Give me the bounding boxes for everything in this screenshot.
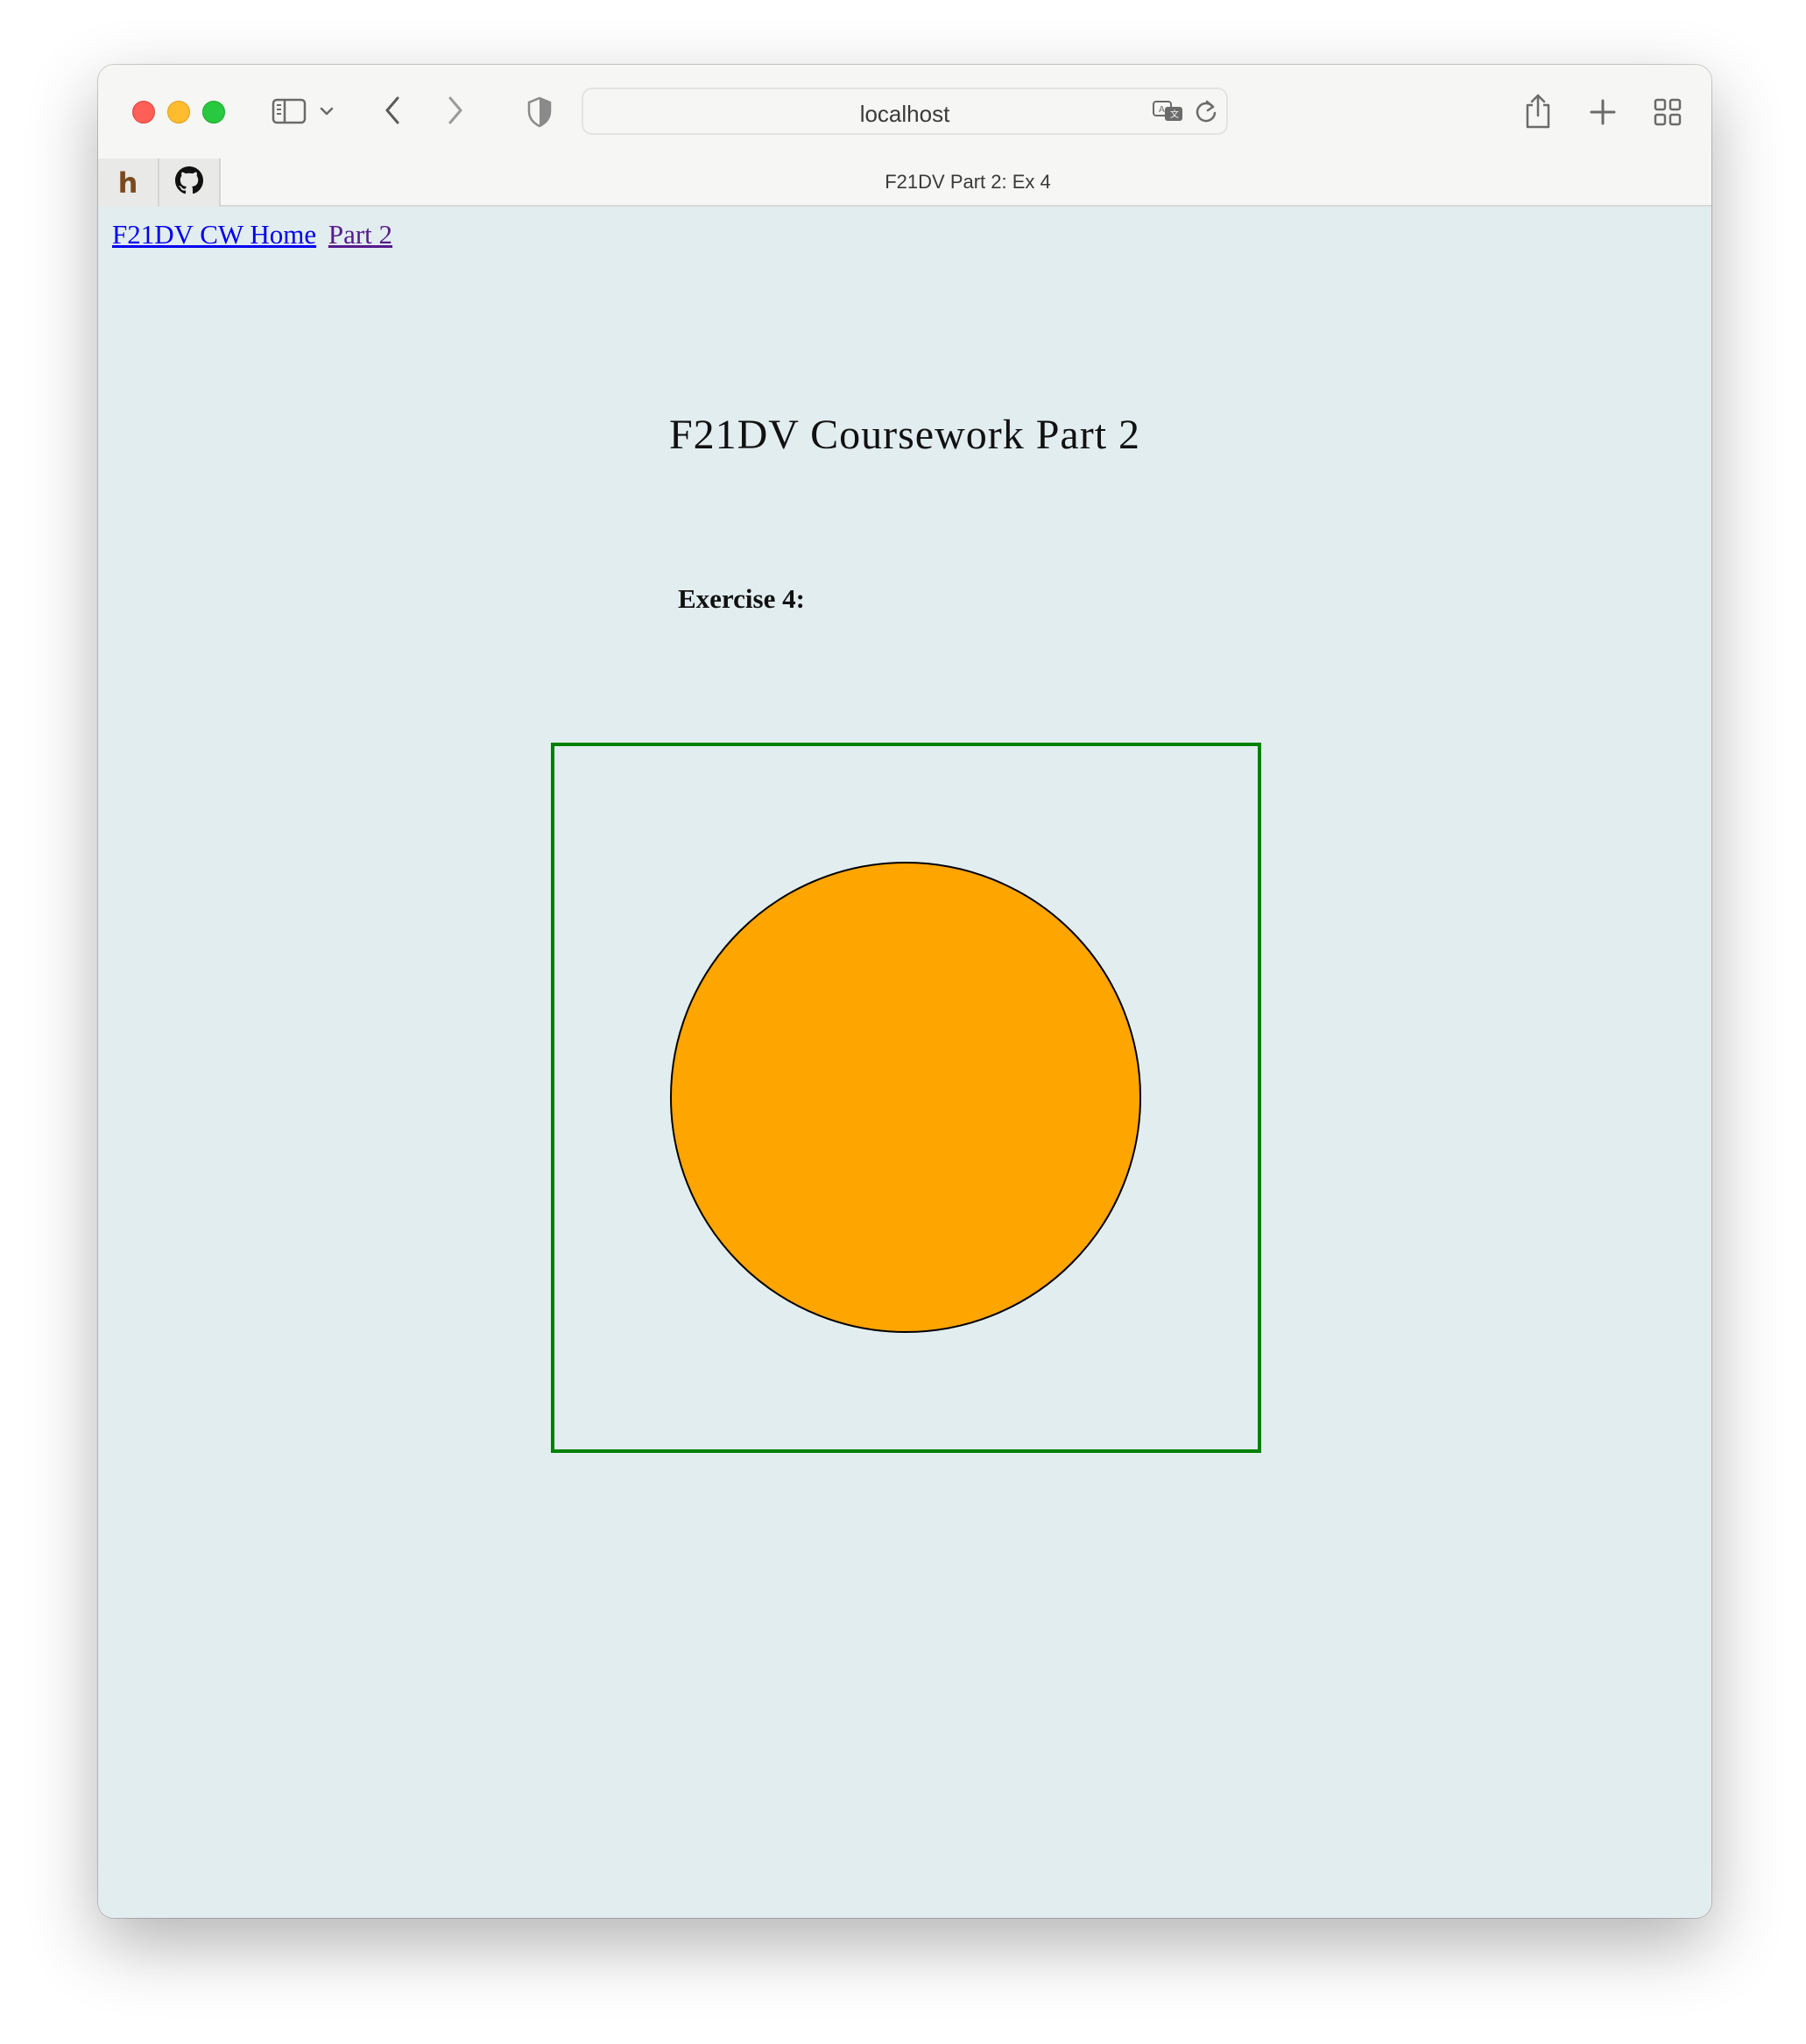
- page-content: F21DV CW Home Part 2 F21DV Coursework Pa…: [98, 207, 1711, 1918]
- page-title: F21DV Coursework Part 2: [668, 412, 1141, 458]
- github-icon: [175, 166, 203, 199]
- orange-circle: [671, 863, 1140, 1332]
- new-tab-icon[interactable]: [1585, 95, 1620, 130]
- tab-overview-icon[interactable]: [1650, 95, 1685, 130]
- exercise-drawing: [551, 743, 1261, 1453]
- pinned-tab-h[interactable]: h: [98, 159, 159, 207]
- active-tab-title[interactable]: F21DV Part 2: Ex 4: [224, 171, 1711, 194]
- tab-bar: h F21DV Part 2: Ex 4: [98, 159, 1711, 207]
- browser-window: localhost A 文 h F21DV Part 2: Ex 4 F21DV…: [98, 65, 1711, 1918]
- share-icon[interactable]: [1520, 91, 1556, 131]
- back-icon[interactable]: [377, 93, 408, 128]
- address-text: localhost: [859, 101, 950, 127]
- h-favicon-icon: h: [117, 166, 138, 200]
- privacy-shield-icon[interactable]: [524, 95, 555, 130]
- nav-links: F21DV CW Home Part 2: [112, 219, 392, 250]
- translate-icon[interactable]: A 文: [1151, 98, 1186, 124]
- browser-toolbar: localhost A 文: [98, 65, 1711, 159]
- maximize-window-button[interactable]: [202, 101, 225, 123]
- chevron-down-icon[interactable]: [315, 100, 338, 123]
- sidebar-toggle-icon[interactable]: [270, 96, 308, 126]
- forward-icon[interactable]: [440, 93, 471, 128]
- exercise-heading: Exercise 4:: [678, 583, 805, 614]
- part-2-link[interactable]: Part 2: [328, 219, 392, 250]
- reload-icon[interactable]: [1193, 98, 1219, 124]
- svg-text:A: A: [1159, 105, 1165, 115]
- minimize-window-button[interactable]: [167, 101, 190, 123]
- home-link[interactable]: F21DV CW Home: [112, 219, 316, 250]
- svg-text:文: 文: [1170, 109, 1179, 120]
- address-bar[interactable]: localhost A 文: [582, 88, 1228, 135]
- pinned-tab-github[interactable]: [159, 159, 221, 207]
- close-window-button[interactable]: [132, 101, 155, 123]
